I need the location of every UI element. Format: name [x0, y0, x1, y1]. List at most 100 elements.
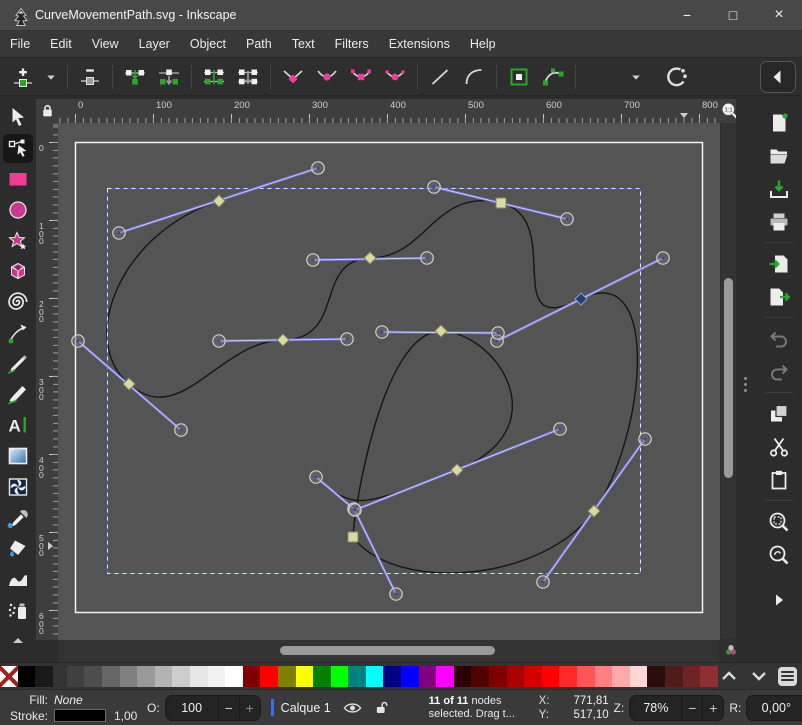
- cut-button[interactable]: [763, 432, 795, 462]
- insert-node-menu-button[interactable]: [42, 62, 60, 92]
- drawing-canvas[interactable]: [58, 123, 720, 640]
- segment-line-button[interactable]: [425, 62, 455, 92]
- layer-visibility-toggle[interactable]: [343, 699, 363, 717]
- close-button[interactable]: ×: [756, 0, 802, 30]
- palette-swatch[interactable]: [296, 666, 314, 687]
- palette-swatch[interactable]: [577, 666, 595, 687]
- zoom-decrease-button[interactable]: −: [681, 695, 702, 721]
- path-node-diamond[interactable]: [435, 325, 447, 337]
- palette-swatch[interactable]: [665, 666, 683, 687]
- palette-swatch[interactable]: [313, 666, 331, 687]
- path-node-square[interactable]: [496, 198, 506, 208]
- palette-swatch[interactable]: [366, 666, 384, 687]
- menu-item-object[interactable]: Object: [180, 30, 236, 58]
- palette-swatch[interactable]: [331, 666, 349, 687]
- tool-text[interactable]: A: [3, 411, 33, 440]
- palette-swatch[interactable]: [190, 666, 208, 687]
- palette-swatch[interactable]: [630, 666, 648, 687]
- palette-swatch[interactable]: [208, 666, 226, 687]
- palette-swatch[interactable]: [155, 666, 173, 687]
- break-nodes-button[interactable]: [154, 62, 184, 92]
- tool-spiral[interactable]: [3, 288, 33, 317]
- palette-swatch[interactable]: [489, 666, 507, 687]
- node-symmetric-button[interactable]: [346, 62, 376, 92]
- zoom-drawing-button[interactable]: [763, 540, 795, 570]
- palette-swatch[interactable]: [67, 666, 85, 687]
- opacity-increase-button[interactable]: +: [239, 695, 260, 721]
- menu-item-layer[interactable]: Layer: [129, 30, 180, 58]
- stroke-color-swatch[interactable]: [54, 709, 106, 722]
- opacity-spinbox[interactable]: 100 − +: [165, 695, 261, 721]
- palette-swatch[interactable]: [172, 666, 190, 687]
- menu-item-view[interactable]: View: [82, 30, 129, 58]
- save-document-button[interactable]: [763, 174, 795, 204]
- palette-swatch[interactable]: [383, 666, 401, 687]
- palette-swatch[interactable]: [348, 666, 366, 687]
- toolbox-scroll-up-button[interactable]: [3, 625, 33, 654]
- palette-swatch[interactable]: [454, 666, 472, 687]
- palette-swatch[interactable]: [120, 666, 138, 687]
- palette-swatch[interactable]: [84, 666, 102, 687]
- path-node-diamond[interactable]: [213, 195, 225, 207]
- node-smooth-button[interactable]: [312, 62, 342, 92]
- tool-spray[interactable]: [3, 596, 33, 625]
- palette-menu-button[interactable]: [778, 667, 797, 686]
- collapse-commands-bar-button[interactable]: [760, 61, 796, 93]
- menu-item-edit[interactable]: Edit: [40, 30, 82, 58]
- tool-star[interactable]: [3, 226, 33, 255]
- delete-node-button[interactable]: [75, 62, 105, 92]
- palette-swatch[interactable]: [102, 666, 120, 687]
- export-button[interactable]: [763, 282, 795, 312]
- zoom-spinbox[interactable]: 78% − +: [629, 695, 724, 721]
- stroke-width-value[interactable]: 1,00: [114, 709, 137, 723]
- vertical-ruler[interactable]: 01 0 02 0 03 0 04 0 05 0 06 0 0: [36, 123, 58, 640]
- layer-name[interactable]: Calque 1: [281, 701, 331, 715]
- open-document-button[interactable]: [763, 141, 795, 171]
- redo-button[interactable]: [763, 357, 795, 387]
- zoom-increase-button[interactable]: +: [702, 695, 723, 721]
- horizontal-scrollbar-thumb[interactable]: [280, 646, 495, 655]
- import-button[interactable]: [763, 249, 795, 279]
- paste-button[interactable]: [763, 465, 795, 495]
- vertical-scrollbar[interactable]: [721, 123, 736, 640]
- join-with-segment-button[interactable]: [199, 62, 229, 92]
- rotation-value[interactable]: 0,00°: [747, 701, 802, 715]
- tool-mesh[interactable]: [3, 472, 33, 501]
- tool-paint-bucket[interactable]: [3, 534, 33, 563]
- menu-item-path[interactable]: Path: [236, 30, 282, 58]
- commands-more-button[interactable]: [763, 585, 795, 615]
- palette-scroll-up-button[interactable]: [718, 666, 740, 686]
- tool-dropper[interactable]: [3, 503, 33, 532]
- palette-swatch[interactable]: [612, 666, 630, 687]
- fill-value[interactable]: None: [54, 693, 83, 707]
- vertical-scrollbar-thumb[interactable]: [724, 278, 733, 478]
- tool-pencil[interactable]: [3, 349, 33, 378]
- palette-swatch-none[interactable]: [0, 666, 18, 687]
- palette-swatch[interactable]: [524, 666, 542, 687]
- palette-swatch[interactable]: [401, 666, 419, 687]
- rotation-spinbox[interactable]: 0,00° − +: [746, 695, 802, 721]
- new-document-button[interactable]: [763, 108, 795, 138]
- palette-swatch[interactable]: [278, 666, 296, 687]
- delete-segment-button[interactable]: [233, 62, 263, 92]
- tool-rectangle[interactable]: [3, 165, 33, 194]
- menu-item-help[interactable]: Help: [460, 30, 506, 58]
- tool-node-editor[interactable]: [3, 134, 33, 163]
- horizontal-scrollbar[interactable]: [58, 640, 720, 662]
- palette-scroll-down-button[interactable]: [748, 666, 770, 686]
- path-node-diamond[interactable]: [277, 334, 289, 346]
- palette-swatch[interactable]: [595, 666, 613, 687]
- maximize-button[interactable]: □: [710, 0, 756, 30]
- opacity-value[interactable]: 100: [166, 701, 218, 715]
- palette-swatch[interactable]: [260, 666, 278, 687]
- tool-ellipse[interactable]: [3, 195, 33, 224]
- path-node-square[interactable]: [348, 532, 358, 542]
- palette-swatch[interactable]: [225, 666, 243, 687]
- canvas-viewport[interactable]: [58, 123, 720, 640]
- palette-swatch[interactable]: [507, 666, 525, 687]
- object-to-path-button[interactable]: [504, 62, 534, 92]
- palette-swatch[interactable]: [419, 666, 437, 687]
- horizontal-ruler[interactable]: 0100200300400500600700800: [58, 99, 720, 123]
- minimize-button[interactable]: −: [664, 0, 710, 30]
- tool-selector[interactable]: [3, 103, 33, 132]
